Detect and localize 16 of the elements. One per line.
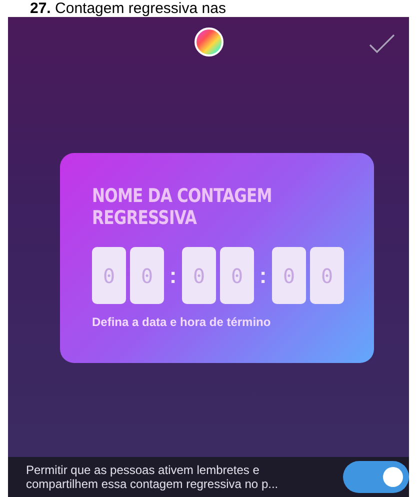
reminder-toggle[interactable] [343,461,409,493]
digit-tile: 0 [272,247,306,304]
countdown-title[interactable]: NOME DA CONTAGEM REGRESSIVA [92,185,289,229]
checkmark-icon[interactable] [369,34,395,54]
reminder-text: Permitir que as pessoas ativem lembretes e compartilhem essa contagem regressiva no p... [26,463,280,491]
digit-tile: 0 [130,247,164,304]
color-wheel-icon[interactable] [194,27,224,57]
countdown-card[interactable]: NOME DA CONTAGEM REGRESSIVA 0 0 : 0 0 : 0 0 Defina a data e hora de término [60,153,374,363]
caption-text: 27. Contagem regressiva nas [29,0,227,17]
colon-separator: : [168,262,178,288]
end-date-hint[interactable]: Defina a data e hora de término [92,315,344,329]
colon-separator: : [258,262,268,288]
digit-tile: 0 [182,247,216,304]
digit-tile: 0 [220,247,254,304]
digit-tile: 0 [92,247,126,304]
digit-tile: 0 [310,247,344,304]
